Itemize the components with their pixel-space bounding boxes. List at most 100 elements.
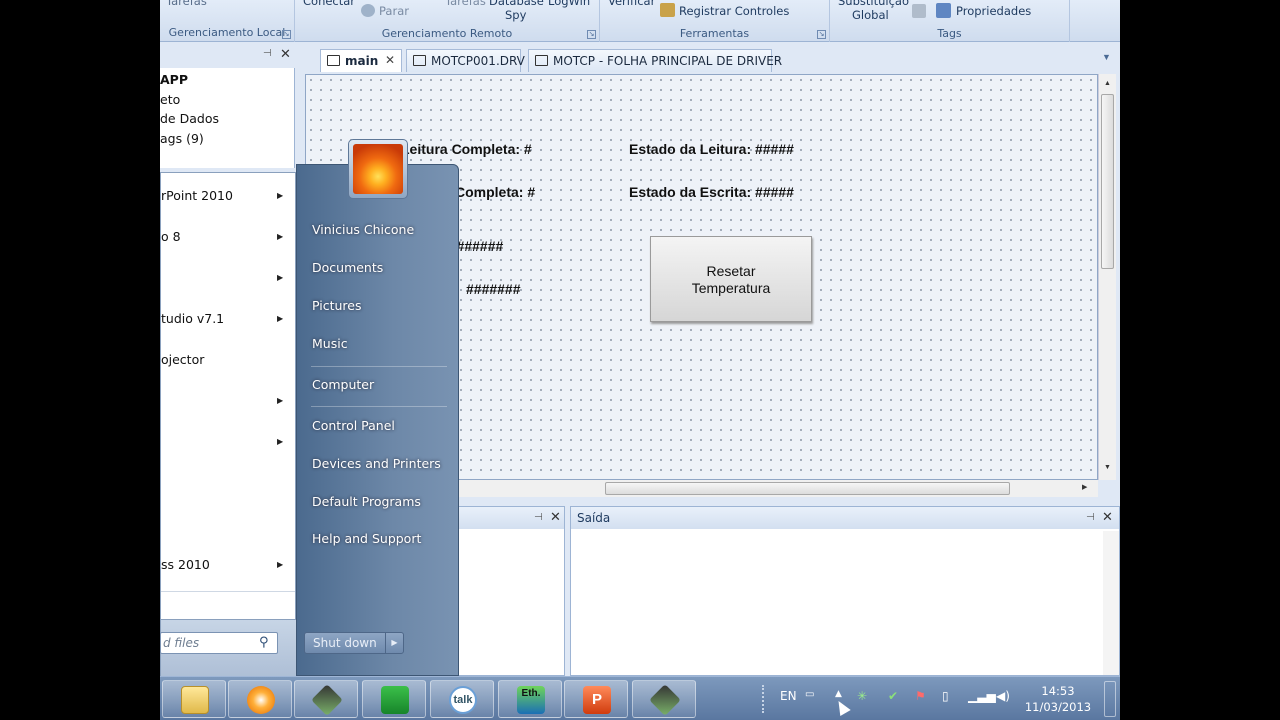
ribbon-group-title-ferramentas: Ferramentas xyxy=(679,27,750,40)
start-documents[interactable]: Documents xyxy=(312,260,383,275)
ribbon-tarefas[interactable]: Tarefas xyxy=(166,0,207,8)
powerpoint-icon: P xyxy=(583,686,611,714)
signal-icon[interactable]: ▁▃▅ xyxy=(968,689,996,703)
submenu-arrow-icon: ▶ xyxy=(277,273,284,282)
network-activity-icon[interactable]: ✳ xyxy=(857,689,867,703)
start-pictures[interactable]: Pictures xyxy=(312,298,362,313)
driver-icon xyxy=(413,55,426,66)
canvas-vertical-scrollbar[interactable]: ▲ ▼ xyxy=(1098,74,1116,480)
ribbon-tarefas-2[interactable]: Tarefas xyxy=(445,0,486,8)
tab-main-label: main xyxy=(345,54,379,68)
start-help-support[interactable]: Help and Support xyxy=(312,531,421,546)
start-devices-printers[interactable]: Devices and Printers xyxy=(312,456,441,471)
dialog-launcher-icon[interactable]: ↘ xyxy=(817,30,826,39)
start-computer[interactable]: Computer xyxy=(312,377,374,392)
taskbar-media-player[interactable] xyxy=(228,680,292,718)
scrollbar-thumb[interactable] xyxy=(605,482,1010,495)
app2-icon xyxy=(649,684,681,716)
scroll-right-icon[interactable]: ▶ xyxy=(1082,483,1087,491)
tab-folha-principal[interactable]: MOTCP - FOLHA PRINCIPAL DE DRIVER xyxy=(528,49,782,72)
taskbar-cubes[interactable] xyxy=(362,680,426,718)
shutdown-label: Shut down xyxy=(313,636,377,650)
shutdown-button[interactable]: Shut down ▶ xyxy=(304,632,404,654)
close-icon[interactable]: ✕ xyxy=(550,510,561,525)
start-program-item[interactable]: o 8 xyxy=(161,229,181,244)
ribbon-propriedades[interactable]: Propriedades xyxy=(956,4,1031,18)
tree-item-projeto[interactable]: eto xyxy=(160,92,180,107)
scroll-up-icon[interactable]: ▲ xyxy=(1104,80,1111,87)
taskbar-explorer[interactable] xyxy=(162,680,226,718)
pin-icon[interactable]: ⊣ xyxy=(263,48,272,59)
ribbon-global[interactable]: Global xyxy=(852,8,889,22)
ribbon-group-ferramentas: Verificar Registrar Controles Ferramenta… xyxy=(600,0,830,42)
label-escrita-completa: Completa: # xyxy=(455,184,536,200)
output-panel-header: Saída ⊣ ✕ xyxy=(571,507,1119,529)
ribbon-verificar[interactable]: Verificar xyxy=(608,0,655,8)
system-clock[interactable]: 14:53 11/03/2013 xyxy=(1018,683,1098,715)
start-user-folder[interactable]: Vinicius Chicone xyxy=(312,222,414,237)
tab-main[interactable]: main ✕ xyxy=(320,49,402,72)
submenu-arrow-icon: ▶ xyxy=(277,560,284,569)
ribbon-parar[interactable]: Parar xyxy=(379,4,409,18)
tree-item-tags[interactable]: ags (9) xyxy=(160,131,204,146)
ribbon-substituicao[interactable]: Substituição xyxy=(838,0,909,8)
search-icon[interactable]: ⚲ xyxy=(259,635,269,650)
close-icon[interactable]: ✕ xyxy=(385,53,395,67)
start-program-studio[interactable]: tudio v7.1 xyxy=(161,311,224,326)
tree-item-app[interactable]: APP xyxy=(160,72,188,87)
ribbon-conectar[interactable]: Conectar xyxy=(303,0,355,8)
start-search-input[interactable]: d files ⚲ xyxy=(160,632,278,654)
show-hidden-icons-icon[interactable]: ▲ xyxy=(835,689,842,699)
ribbon-group-local: Tarefas Gerenciamento Local ↘ xyxy=(160,0,295,42)
project-tree: APP eto de Dados ags (9) xyxy=(160,68,295,168)
start-control-panel[interactable]: Control Panel xyxy=(312,418,395,433)
scrollbar-thumb[interactable] xyxy=(1101,94,1114,269)
taskbar-gtalk[interactable]: talk xyxy=(430,680,494,718)
action-center-flag-icon[interactable]: ⚑ xyxy=(915,689,926,703)
output-scrollbar[interactable] xyxy=(1103,531,1119,675)
document-tabs: main ✕ MOTCP001.DRV MOTCP - FOLHA PRINCI… xyxy=(300,46,1120,74)
media-player-icon xyxy=(247,686,275,714)
close-icon[interactable]: ✕ xyxy=(280,46,291,62)
ribbon-database[interactable]: Database xyxy=(489,0,544,8)
language-indicator[interactable]: EN xyxy=(780,689,797,703)
scroll-down-icon[interactable]: ▼ xyxy=(1104,464,1111,471)
taskbar-ethernet[interactable]: Eth. xyxy=(498,680,562,718)
dialog-launcher-icon[interactable]: ↘ xyxy=(282,30,291,39)
taskbar-app2[interactable] xyxy=(632,680,696,718)
ribbon-spy[interactable]: Spy xyxy=(505,8,526,22)
label-estado-escrita: Estado da Escrita: ##### xyxy=(629,184,794,200)
tags-panel: ⊣ ✕ xyxy=(455,506,565,676)
start-program-access[interactable]: ss 2010 xyxy=(161,557,210,572)
pin-icon[interactable]: ⊣ xyxy=(1086,512,1095,523)
submenu-arrow-icon: ▶ xyxy=(277,232,284,241)
ribbon-group-title-local: Gerenciamento Local xyxy=(168,26,286,39)
keyboard-icon[interactable]: ▭ xyxy=(805,689,814,700)
security-icon[interactable]: ✔ xyxy=(888,689,898,703)
tags-panel-header: ⊣ ✕ xyxy=(456,507,564,529)
pin-icon[interactable]: ⊣ xyxy=(534,512,543,523)
start-default-programs[interactable]: Default Programs xyxy=(312,494,421,509)
tab-motcp001[interactable]: MOTCP001.DRV xyxy=(406,49,525,72)
start-program-projector[interactable]: ojector xyxy=(161,352,204,367)
reset-temperature-button[interactable]: Resetar Temperatura xyxy=(650,236,812,322)
usb-device-icon[interactable]: ▯ xyxy=(942,689,949,703)
taskbar-app[interactable] xyxy=(294,680,358,718)
ribbon-registrar-controles[interactable]: Registrar Controles xyxy=(679,4,789,18)
show-desktop-button[interactable] xyxy=(1104,681,1116,717)
dialog-launcher-icon[interactable]: ↘ xyxy=(587,30,596,39)
start-music[interactable]: Music xyxy=(312,336,348,351)
tab-list-chevron-down-icon[interactable]: ▼ xyxy=(1102,52,1111,62)
taskbar-powerpoint[interactable]: P xyxy=(564,680,628,718)
ribbon-group-remoto: Conectar Tarefas Database LogWin Parar S… xyxy=(295,0,600,42)
user-flower-icon[interactable] xyxy=(353,144,403,194)
taskbar-grip xyxy=(762,685,768,713)
close-icon[interactable]: ✕ xyxy=(1102,510,1113,525)
replace-icon xyxy=(912,4,926,18)
shutdown-options-arrow-icon[interactable]: ▶ xyxy=(385,633,403,653)
volume-icon[interactable]: ◀) xyxy=(996,689,1010,703)
tree-item-dados[interactable]: de Dados xyxy=(160,111,219,126)
label-estado-leitura: Estado da Leitura: ##### xyxy=(629,141,794,157)
start-program-powerpoint[interactable]: rPoint 2010 xyxy=(161,188,233,203)
ribbon-logwin[interactable]: LogWin xyxy=(548,0,590,8)
